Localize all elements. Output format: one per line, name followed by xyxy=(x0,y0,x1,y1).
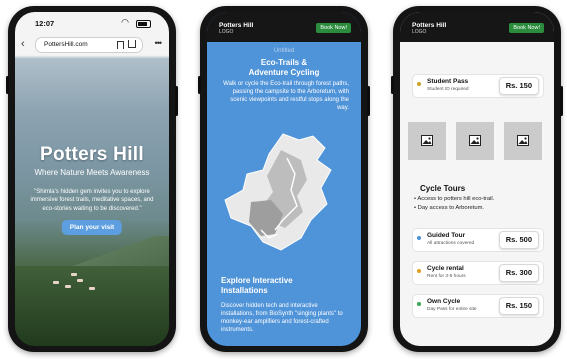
url-field[interactable]: PottersHill.com xyxy=(35,37,143,53)
volume-button xyxy=(198,76,201,94)
top-nav: Potters Hill LOGO Book Now! xyxy=(207,12,361,42)
image-icon xyxy=(517,135,529,146)
logo-text: LOGO xyxy=(412,29,427,35)
village-building xyxy=(89,287,95,290)
pass-card-cycle-rental[interactable]: Cycle rental Rent for 3-5 hours Rs. 300 xyxy=(412,261,544,285)
pass-price: Rs. 300 xyxy=(498,264,539,282)
pass-subtitle: Student ID required xyxy=(427,87,469,92)
image-icon xyxy=(421,135,433,146)
wifi-icon: ◠ xyxy=(121,17,129,27)
power-button xyxy=(367,86,370,116)
back-arrow-icon[interactable]: ‹ xyxy=(21,38,25,50)
village-building xyxy=(77,279,83,282)
pass-subtitle: All attractions covered xyxy=(427,241,475,246)
bullet-item: • Access to potters hill eco-trail. xyxy=(414,196,495,202)
bullet-text: Day access to Arboretum. xyxy=(417,205,485,211)
village-building xyxy=(65,285,71,288)
trails-section-text: Walk or cycle the Eco-trail through fore… xyxy=(223,81,349,111)
volume-button xyxy=(6,76,9,94)
browser-address-bar: ‹ PottersHill.com ••• xyxy=(19,37,165,53)
pass-title: Own Cycle xyxy=(427,298,461,305)
trails-section-title: Eco-Trails & Adventure Cycling xyxy=(248,58,320,77)
village-building xyxy=(71,273,77,276)
phone-frame-home: 12:07 ◠ ‹ PottersHill.com ••• Potters Hi… xyxy=(6,6,178,352)
pass-card-guided-tour[interactable]: Guided Tour All attractions covered Rs. … xyxy=(412,228,544,252)
pass-title: Guided Tour xyxy=(427,232,466,239)
image-placeholder xyxy=(408,122,446,160)
faded-label: Untitled xyxy=(273,48,295,54)
top-nav: Potters Hill LOGO Book Now! xyxy=(400,12,554,42)
hero-title: Potters Hill xyxy=(40,144,144,165)
status-time: 12:07 xyxy=(35,19,55,28)
pass-price: Rs. 150 xyxy=(498,77,539,95)
image-icon xyxy=(469,135,481,146)
volume-button xyxy=(391,76,394,94)
brand-name[interactable]: Potters Hill xyxy=(219,22,253,29)
hero-subtitle: Where Nature Meets Awareness xyxy=(34,168,150,177)
cycle-tours-title: Cycle Tours xyxy=(420,184,466,193)
plan-visit-button[interactable]: Plan your visit xyxy=(61,220,123,235)
pass-dot xyxy=(417,302,421,306)
image-placeholder xyxy=(504,122,542,160)
power-button xyxy=(560,86,563,116)
pass-dot xyxy=(417,82,421,86)
pass-subtitle: Rent for 3-5 hours xyxy=(427,274,466,279)
bullet-item: • Day access to Arboretum. xyxy=(414,205,485,211)
logo-text: LOGO xyxy=(219,29,234,35)
pass-price: Rs. 500 xyxy=(498,231,539,249)
installations-section-text: Discover hidden tech and interactive ins… xyxy=(221,303,343,333)
hero-description: "Shimla's hidden gem invites you to expl… xyxy=(30,189,154,212)
pass-subtitle: Day Pass for entire site xyxy=(427,307,477,312)
home-screen: 12:07 ◠ ‹ PottersHill.com ••• Potters Hi… xyxy=(15,12,169,346)
trails-screen: Potters Hill LOGO Book Now! Untitled Eco… xyxy=(207,12,361,346)
pass-price: Rs. 150 xyxy=(498,297,539,315)
power-button xyxy=(175,86,178,116)
book-now-button[interactable]: Book Now! xyxy=(316,23,351,33)
bookmark-icon[interactable] xyxy=(117,41,124,49)
status-bar: 12:07 ◠ xyxy=(27,17,157,30)
village-building xyxy=(53,281,59,284)
pricing-screen: Potters Hill LOGO Book Now! Student Pass… xyxy=(400,12,554,346)
pass-dot xyxy=(417,236,421,240)
trail-map-graphic xyxy=(224,133,332,251)
trail-map[interactable] xyxy=(221,130,341,260)
pass-card-student[interactable]: Student Pass Student ID required Rs. 150 xyxy=(412,74,544,98)
image-placeholder xyxy=(456,122,494,160)
more-options-icon[interactable]: ••• xyxy=(155,38,163,48)
brand-name[interactable]: Potters Hill xyxy=(412,22,446,29)
pass-title: Student Pass xyxy=(427,78,469,85)
phone-frame-trails: Potters Hill LOGO Book Now! Untitled Eco… xyxy=(198,6,370,352)
battery-icon xyxy=(136,20,151,28)
pass-card-own-cycle[interactable]: Own Cycle Day Pass for entire site Rs. 1… xyxy=(412,294,544,318)
installations-section-title: Explore Interactive Installations xyxy=(221,276,293,295)
share-icon[interactable] xyxy=(128,40,136,48)
phone-frame-pricing: Potters Hill LOGO Book Now! Student Pass… xyxy=(391,6,563,352)
url-text: PottersHill.com xyxy=(44,41,88,48)
pass-title: Cycle rental xyxy=(427,265,464,272)
pass-dot xyxy=(417,269,421,273)
book-now-button[interactable]: Book Now! xyxy=(509,23,544,33)
forest-background xyxy=(15,266,169,346)
bullet-text: Access to potters hill eco-trail. xyxy=(417,196,495,202)
